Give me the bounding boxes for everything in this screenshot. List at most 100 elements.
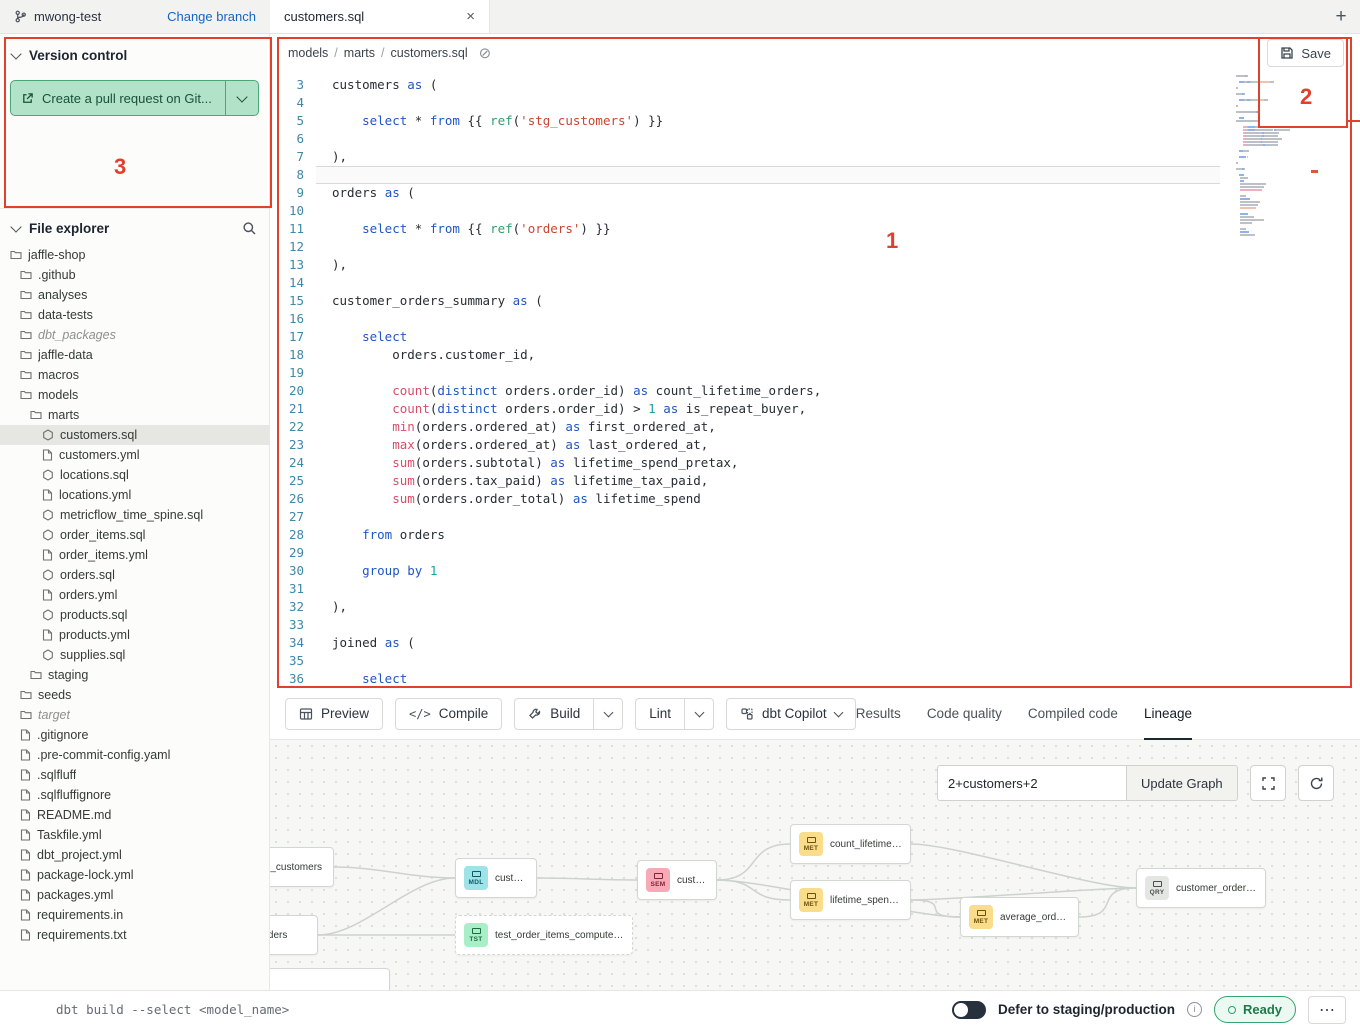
code-line-35[interactable]: 35 [270,652,1360,670]
create-pr-dropdown[interactable] [226,81,258,115]
version-control-header[interactable]: Version control [0,34,269,72]
info-icon[interactable]: i [1187,1002,1202,1017]
tree-item-models[interactable]: models [0,385,269,405]
tree-item-target[interactable]: target [0,705,269,725]
code-line-8[interactable]: 8 [270,166,1360,184]
tree-item-orders.sql[interactable]: orders.sql [0,565,269,585]
fullscreen-button[interactable] [1250,765,1286,801]
code-line-26[interactable]: 26 sum(orders.order_total) as lifetime_s… [270,490,1360,508]
tab-close-icon[interactable]: × [466,8,475,25]
tab-customers-sql[interactable]: customers.sql × [270,0,490,33]
code-line-17[interactable]: 17 select [270,328,1360,346]
code-line-27[interactable]: 27 [270,508,1360,526]
tree-item-jaffle-shop[interactable]: jaffle-shop [0,245,269,265]
tree-item-.gitignore[interactable]: .gitignore [0,725,269,745]
tree-item-Taskfile.yml[interactable]: Taskfile.yml [0,825,269,845]
lineage-node-stg_customers[interactable]: stg_customers [270,847,334,887]
breadcrumb-item[interactable]: models [288,46,328,60]
code-line-34[interactable]: 34joined as ( [270,634,1360,652]
tree-item-requirements.txt[interactable]: requirements.txt [0,925,269,945]
change-branch-link[interactable]: Change branch [167,9,256,24]
code-line-18[interactable]: 18 orders.customer_id, [270,346,1360,364]
new-tab-button[interactable]: + [1322,0,1360,33]
preview-button[interactable]: Preview [285,698,383,730]
minimap[interactable] [1234,75,1322,237]
tree-item-.pre-commit-config.yaml[interactable]: .pre-commit-config.yaml [0,745,269,765]
code-line-20[interactable]: 20 count(distinct orders.order_id) as co… [270,382,1360,400]
code-line-28[interactable]: 28 from orders [270,526,1360,544]
tree-item-metricflow_time_spine.sql[interactable]: metricflow_time_spine.sql [0,505,269,525]
create-pr-button[interactable]: Create a pull request on Git... [11,81,226,115]
code-line-16[interactable]: 16 [270,310,1360,328]
code-line-25[interactable]: 25 sum(orders.tax_paid) as lifetime_tax_… [270,472,1360,490]
code-line-24[interactable]: 24 sum(orders.subtotal) as lifetime_spen… [270,454,1360,472]
tree-item-locations.yml[interactable]: locations.yml [0,485,269,505]
dbt-copilot-button[interactable]: dbt Copilot [726,698,856,730]
code-line-13[interactable]: 13), [270,256,1360,274]
update-graph-button[interactable]: Update Graph [1127,765,1238,801]
tab-compiled-code[interactable]: Compiled code [1028,688,1118,740]
code-line-12[interactable]: 12 [270,238,1360,256]
tab-lineage[interactable]: Lineage [1144,688,1192,740]
code-line-21[interactable]: 21 count(distinct orders.order_id) > 1 a… [270,400,1360,418]
more-options-button[interactable]: ⋯ [1308,996,1346,1024]
tree-item-packages.yml[interactable]: packages.yml [0,885,269,905]
compile-button[interactable]: </> Compile [395,698,502,730]
lineage-node-customers_model[interactable]: MDLcustomers [455,858,537,898]
save-button[interactable]: Save [1267,39,1344,67]
code-line-4[interactable]: 4 [270,94,1360,112]
code-line-9[interactable]: 9orders as ( [270,184,1360,202]
tree-item-README.md[interactable]: README.md [0,805,269,825]
code-line-30[interactable]: 30 group by 1 [270,562,1360,580]
tab-results[interactable]: Results [856,688,901,740]
code-line-33[interactable]: 33 [270,616,1360,634]
code-line-31[interactable]: 31 [270,580,1360,598]
tree-item-.github[interactable]: .github [0,265,269,285]
tree-item-orders.yml[interactable]: orders.yml [0,585,269,605]
lineage-search-input[interactable] [937,765,1127,801]
code-line-3[interactable]: 3customers as ( [270,76,1360,94]
build-button[interactable]: Build [514,698,593,730]
refresh-button[interactable] [1298,765,1334,801]
tree-item-locations.sql[interactable]: locations.sql [0,465,269,485]
breadcrumb-item[interactable]: marts [344,46,375,60]
tree-item-customers.yml[interactable]: customers.yml [0,445,269,465]
tree-item-marts[interactable]: marts [0,405,269,425]
code-line-29[interactable]: 29 [270,544,1360,562]
lineage-node-lifetime_spend_pretax[interactable]: METlifetime_spend_pretax [790,880,911,920]
code-line-14[interactable]: 14 [270,274,1360,292]
code-line-6[interactable]: 6 [270,130,1360,148]
code-line-32[interactable]: 32), [270,598,1360,616]
tree-item-jaffle-data[interactable]: jaffle-data [0,345,269,365]
tree-item-staging[interactable]: staging [0,665,269,685]
tree-item-order_items.yml[interactable]: order_items.yml [0,545,269,565]
code-line-5[interactable]: 5 select * from {{ ref('stg_customers') … [270,112,1360,130]
build-dropdown[interactable] [593,698,623,730]
tree-item-analyses[interactable]: analyses [0,285,269,305]
tree-item-products.sql[interactable]: products.sql [0,605,269,625]
tree-item-macros[interactable]: macros [0,365,269,385]
lineage-node-count_lifetime_orders[interactable]: METcount_lifetime_orders [790,824,911,864]
lineage-node-partial_node[interactable] [270,968,390,990]
code-editor[interactable]: 3customers as (45 select * from {{ ref('… [270,72,1360,688]
tree-item-dbt_packages[interactable]: dbt_packages [0,325,269,345]
tree-item-data-tests[interactable]: data-tests [0,305,269,325]
code-line-15[interactable]: 15customer_orders_summary as ( [270,292,1360,310]
file-explorer-header[interactable]: File explorer [0,209,269,245]
lineage-node-test_order_items[interactable]: TSTtest_order_items_compute_to_bools... [455,915,633,955]
lineage-node-orders[interactable]: orders [270,915,318,955]
defer-toggle[interactable] [952,1001,986,1019]
tree-item-supplies.sql[interactable]: supplies.sql [0,645,269,665]
code-line-11[interactable]: 11 select * from {{ ref('orders') }} [270,220,1360,238]
code-line-36[interactable]: 36 select [270,670,1360,688]
ready-status-badge[interactable]: Ready [1214,996,1296,1023]
tree-item-seeds[interactable]: seeds [0,685,269,705]
tab-code-quality[interactable]: Code quality [927,688,1002,740]
code-line-23[interactable]: 23 max(orders.ordered_at) as last_ordere… [270,436,1360,454]
lineage-node-customer_order_metrics[interactable]: QRYcustomer_order_metrics [1136,868,1266,908]
lineage-node-average_order_value[interactable]: METaverage_order_value [960,897,1079,937]
code-line-19[interactable]: 19 [270,364,1360,382]
lint-button[interactable]: Lint [635,698,684,730]
tree-item-customers.sql[interactable]: customers.sql [0,425,269,445]
tree-item-order_items.sql[interactable]: order_items.sql [0,525,269,545]
